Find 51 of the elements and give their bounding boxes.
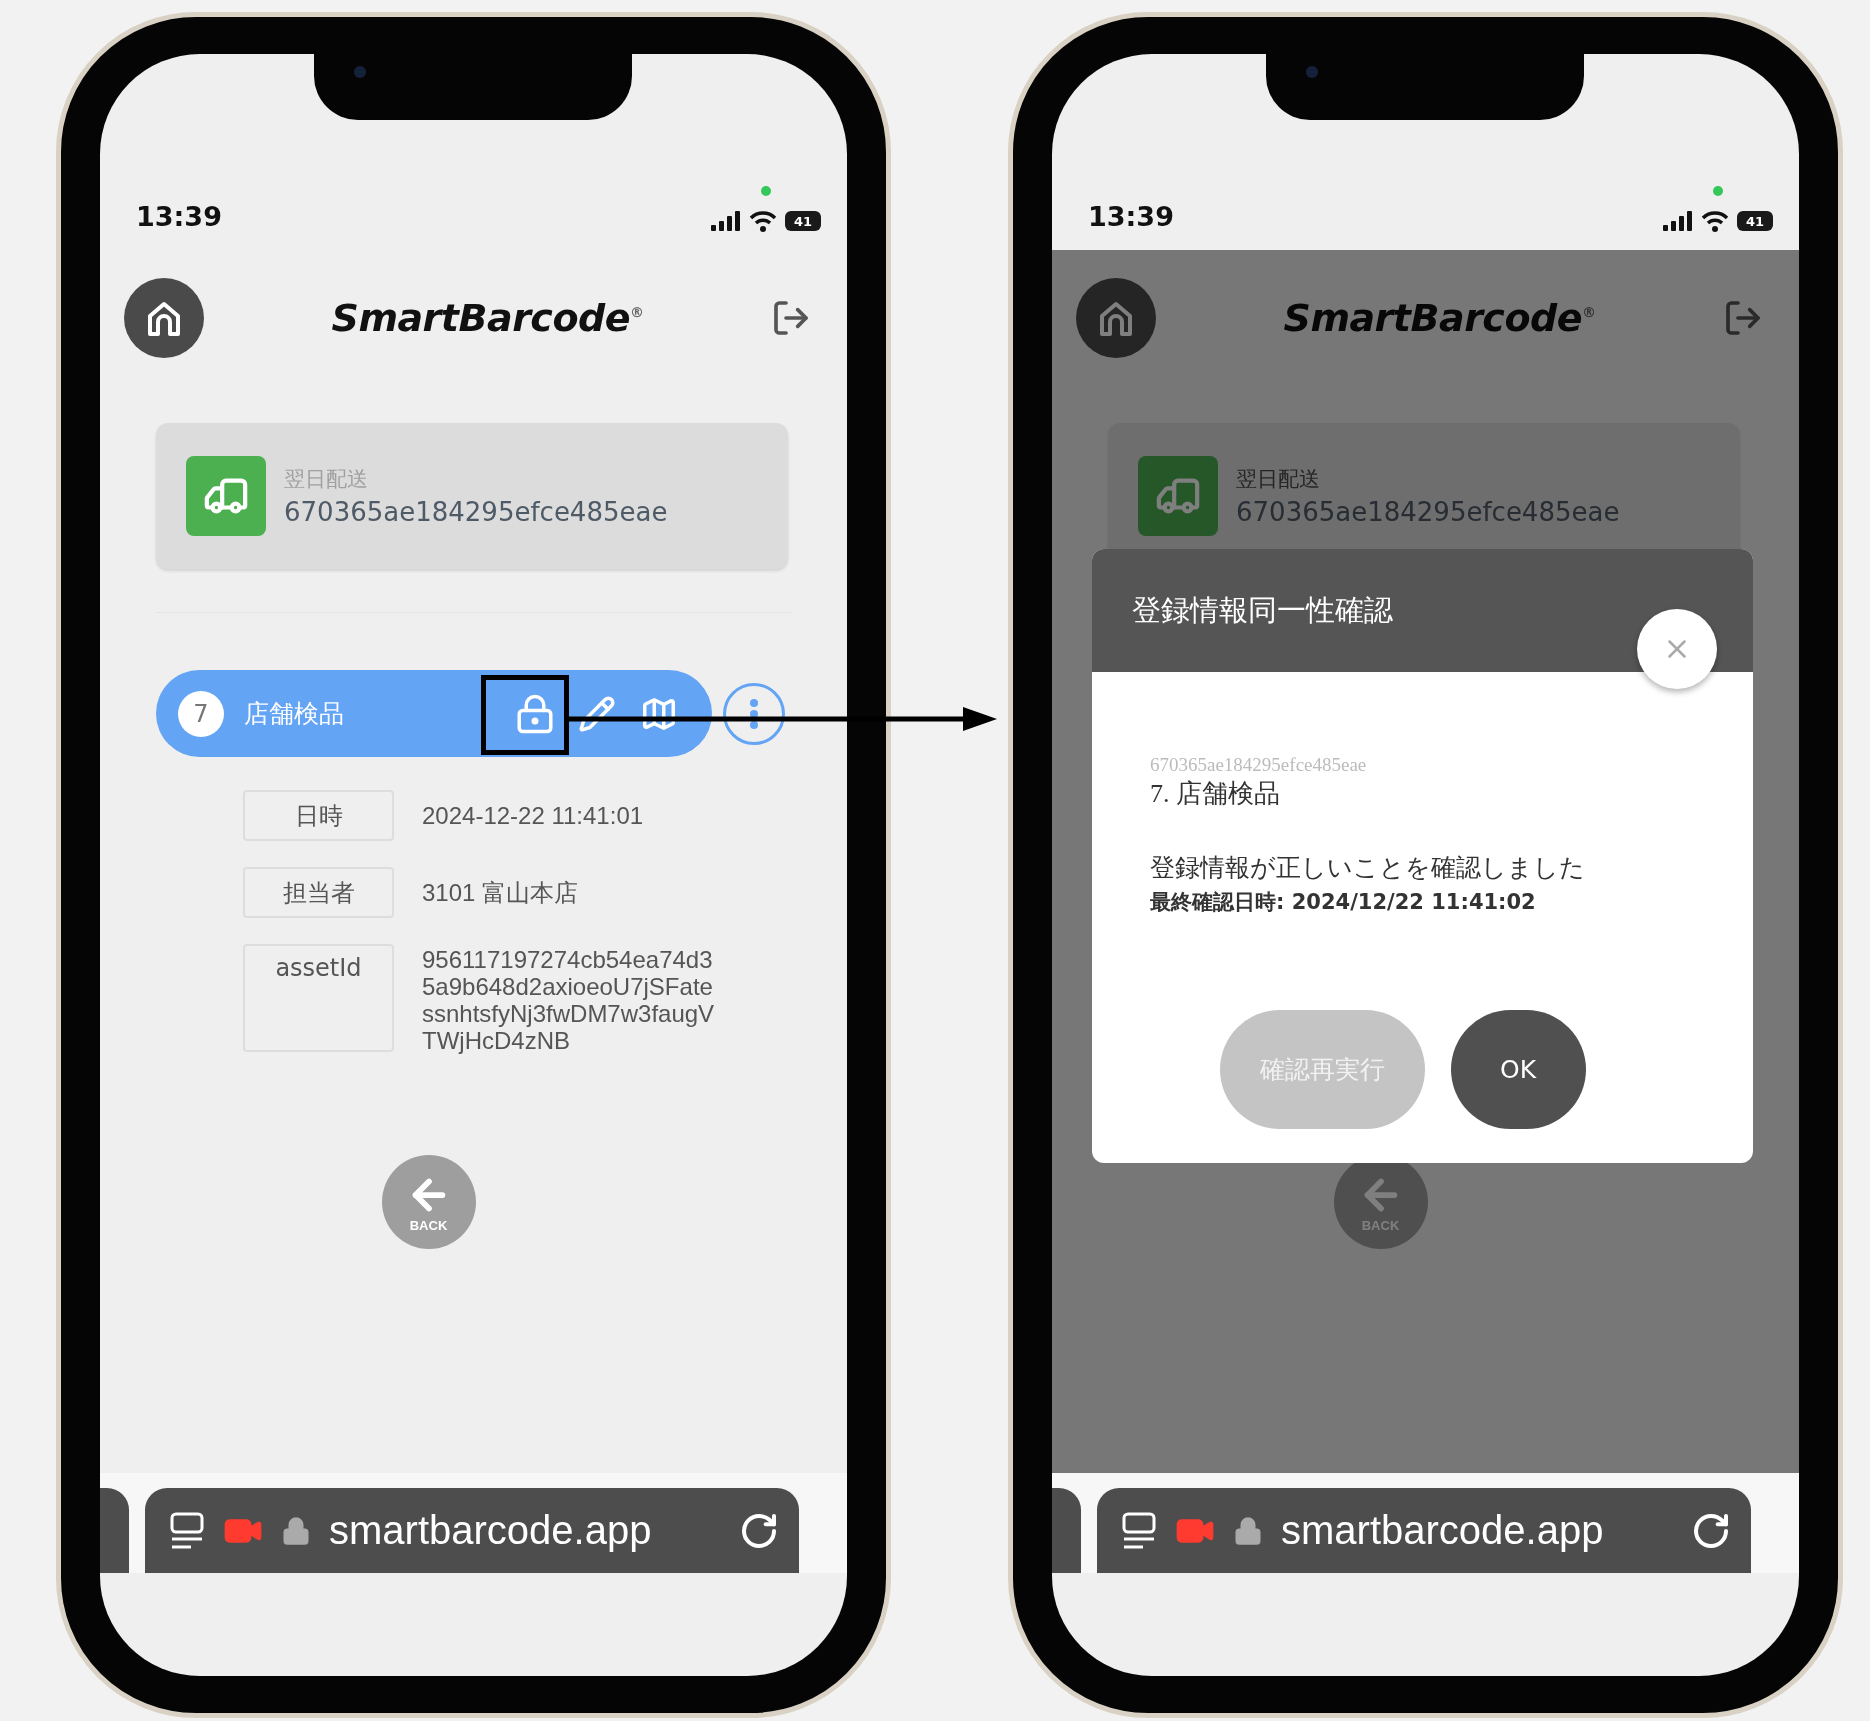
privacy-indicator bbox=[761, 186, 771, 196]
shipment-id: 670365ae184295efce485eae bbox=[284, 497, 668, 527]
dialog-message: 登録情報が正しいことを確認しました bbox=[1150, 852, 1586, 884]
privacy-indicator bbox=[1713, 186, 1723, 196]
battery-level: 41 bbox=[1745, 214, 1765, 228]
camera-icon bbox=[354, 66, 366, 78]
tabs-icon[interactable] bbox=[1121, 1510, 1157, 1551]
app-logo: SmartBarcode$^{®}$ bbox=[331, 296, 644, 340]
detail-value: 3101 富山本店 bbox=[422, 878, 580, 908]
detail-value: 956117197274cb54ea74d35a9b648d2axioeoU7jSFatessnhtsfyNj3fwDM7w3faugVTWjHcD4zNB bbox=[422, 946, 716, 1054]
ok-button[interactable]: OK bbox=[1450, 1010, 1586, 1129]
back-button[interactable]: BACK bbox=[381, 1155, 476, 1249]
address-bar[interactable]: smartbarcode.app bbox=[145, 1488, 799, 1573]
more-icon bbox=[750, 698, 758, 729]
url-text: smartbarcode.app bbox=[1281, 1508, 1605, 1553]
detail-label: assetId bbox=[243, 944, 394, 1052]
detail-label: 日時 bbox=[243, 790, 394, 841]
more-button[interactable] bbox=[723, 682, 785, 745]
tab-edge[interactable] bbox=[100, 1488, 129, 1573]
logout-icon[interactable] bbox=[771, 298, 811, 338]
step-number: 7 bbox=[178, 690, 224, 737]
signal-icon bbox=[711, 211, 741, 231]
pencil-icon bbox=[578, 694, 616, 733]
detail-label: 担当者 bbox=[243, 867, 394, 918]
tabs-icon[interactable] bbox=[169, 1510, 205, 1551]
camera-icon bbox=[1306, 66, 1318, 78]
step-label: 店舗検品 bbox=[244, 698, 345, 730]
close-button[interactable] bbox=[1637, 608, 1717, 689]
app-logo: SmartBarcode$^{®}$ bbox=[1283, 296, 1596, 340]
dialog-step: 7. 店舗検品 bbox=[1150, 776, 1713, 811]
step-bar[interactable]: 7 店舗検品 bbox=[156, 670, 712, 757]
record-id: 670365ae184295efce485eae bbox=[1150, 754, 1368, 776]
shipment-card[interactable]: 翌日配送 670365ae184295efce485eae bbox=[156, 423, 788, 569]
status-time: 13:39 bbox=[136, 201, 222, 232]
lock-icon bbox=[1233, 1515, 1263, 1546]
shipment-category: 翌日配送 bbox=[284, 466, 369, 493]
shipment-category: 翌日配送 bbox=[1236, 466, 1321, 493]
wifi-icon bbox=[1701, 210, 1729, 232]
dialog-title: 登録情報同一性確認 bbox=[1132, 591, 1393, 629]
lock-icon bbox=[281, 1515, 311, 1546]
url-text: smartbarcode.app bbox=[329, 1508, 653, 1553]
tab-edge[interactable] bbox=[1052, 1488, 1081, 1573]
battery-level: 41 bbox=[793, 214, 813, 228]
logout-icon[interactable] bbox=[1723, 298, 1763, 338]
wifi-icon bbox=[749, 210, 777, 232]
status-time: 13:39 bbox=[1088, 201, 1174, 232]
address-bar[interactable]: smartbarcode.app bbox=[1097, 1488, 1751, 1573]
detail-value: 2024-12-22 11:41:01 bbox=[422, 801, 645, 831]
shipment-id: 670365ae184295efce485eae bbox=[1236, 497, 1620, 527]
last-checked: 最終確認日時: 2024/12/22 11:41:02 bbox=[1150, 889, 1537, 916]
signal-icon bbox=[1663, 211, 1693, 231]
